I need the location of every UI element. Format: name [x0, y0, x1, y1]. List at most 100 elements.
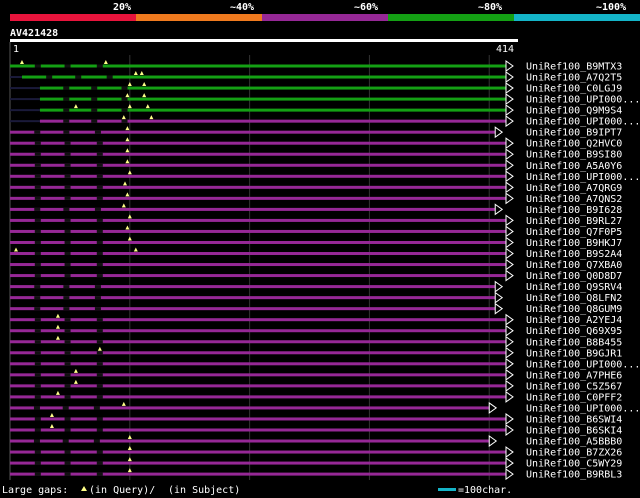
- hit-bar[interactable]: [10, 218, 506, 222]
- hit-row[interactable]: UniRef100_B7ZX26: [10, 446, 622, 459]
- hit-label[interactable]: UniRef100_B9I628: [526, 205, 622, 216]
- hit-label[interactable]: UniRef100_Q7XBA0: [526, 260, 622, 271]
- hit-label[interactable]: UniRef100_B9SI80: [526, 150, 622, 161]
- hit-label[interactable]: UniRef100_A5A0Y6: [526, 161, 622, 172]
- hit-row[interactable]: UniRef100_Q7F0P5: [10, 225, 622, 238]
- hit-bar[interactable]: [10, 296, 496, 300]
- hit-bar[interactable]: [10, 263, 506, 267]
- hit-label[interactable]: UniRef100_B6SKI4: [526, 425, 622, 436]
- hit-bar[interactable]: [10, 207, 496, 211]
- hit-bar[interactable]: [10, 417, 506, 421]
- hit-row[interactable]: UniRef100_A5BBB0: [10, 435, 622, 448]
- hit-label[interactable]: UniRef100_C0PFF2: [526, 392, 622, 403]
- hit-row[interactable]: UniRef100_Q8LFN2: [10, 291, 622, 305]
- hit-bar[interactable]: [10, 130, 496, 134]
- hit-row[interactable]: UniRef100_UPI000...: [10, 115, 640, 128]
- hit-row[interactable]: UniRef100_B9MTX3: [10, 60, 622, 73]
- hit-bar[interactable]: [10, 384, 506, 388]
- hit-row[interactable]: UniRef100_UPI000...: [10, 401, 640, 415]
- hit-row[interactable]: UniRef100_B6SKI4: [10, 423, 622, 437]
- hit-label[interactable]: UniRef100_A5BBB0: [526, 437, 622, 448]
- hit-row[interactable]: UniRef100_B9RL27: [10, 214, 622, 227]
- hit-row[interactable]: UniRef100_A7QRG9: [10, 181, 622, 194]
- hit-bar[interactable]: [10, 163, 506, 167]
- hit-row[interactable]: UniRef100_B9GJR1: [10, 346, 622, 360]
- hit-label[interactable]: UniRef100_B9GJR1: [526, 348, 622, 359]
- hit-bar[interactable]: [10, 141, 506, 145]
- hit-bar[interactable]: [10, 329, 506, 333]
- hit-row[interactable]: UniRef100_A7Q2T5: [10, 71, 622, 84]
- hit-row[interactable]: UniRef100_A7QNS2: [10, 192, 622, 205]
- hit-label[interactable]: UniRef100_A7QNS2: [526, 194, 622, 205]
- hit-row[interactable]: UniRef100_Q0D8D7: [10, 269, 622, 283]
- hit-row[interactable]: UniRef100_A5A0Y6: [10, 159, 622, 172]
- hit-label[interactable]: UniRef100_B9RL27: [526, 216, 622, 227]
- hit-bar[interactable]: [21, 75, 506, 79]
- hit-bar[interactable]: [10, 351, 506, 355]
- hit-label[interactable]: UniRef100_Q8GUM9: [526, 304, 622, 315]
- hit-row[interactable]: UniRef100_B9S2A4: [10, 247, 622, 261]
- hit-label[interactable]: UniRef100_UPI000...: [526, 359, 640, 370]
- hit-bar[interactable]: [10, 185, 506, 189]
- hit-label[interactable]: UniRef100_C0LGJ9: [526, 84, 622, 95]
- hit-label[interactable]: UniRef100_B9HKJ7: [526, 238, 622, 249]
- hit-row[interactable]: UniRef100_B9RBL3: [10, 468, 622, 481]
- hit-row[interactable]: UniRef100_A2YEJ4: [10, 313, 622, 327]
- hit-bar[interactable]: [10, 439, 490, 443]
- hit-bar[interactable]: [10, 472, 506, 476]
- hit-bar[interactable]: [10, 285, 496, 289]
- hit-bar[interactable]: [10, 450, 506, 454]
- hit-row[interactable]: UniRef100_Q2HVC0: [10, 137, 622, 150]
- hit-bar[interactable]: [39, 108, 506, 112]
- hit-label[interactable]: UniRef100_A7QRG9: [526, 183, 622, 194]
- hit-label[interactable]: UniRef100_Q69X95: [526, 326, 622, 337]
- hit-bar[interactable]: [39, 86, 506, 90]
- hit-bar[interactable]: [10, 152, 506, 156]
- hit-row[interactable]: UniRef100_B9HKJ7: [10, 236, 622, 249]
- hit-label[interactable]: UniRef100_Q9SRV4: [526, 282, 622, 293]
- hit-label[interactable]: UniRef100_A7Q2T5: [526, 73, 622, 84]
- hit-label[interactable]: UniRef100_B9S2A4: [526, 249, 622, 260]
- hit-label[interactable]: UniRef100_UPI000...: [526, 403, 640, 414]
- hit-label[interactable]: UniRef100_B9MTX3: [526, 62, 622, 73]
- hit-label[interactable]: UniRef100_C5WY29: [526, 459, 622, 470]
- hit-bar[interactable]: [10, 240, 506, 244]
- hit-row[interactable]: UniRef100_B8B455: [10, 335, 622, 349]
- hit-label[interactable]: UniRef100_Q0D8D7: [526, 271, 622, 282]
- hit-row[interactable]: UniRef100_UPI000...: [10, 170, 640, 183]
- hit-bar[interactable]: [10, 307, 496, 311]
- hit-label[interactable]: UniRef100_A7PHE6: [526, 370, 622, 381]
- hit-bar[interactable]: [10, 196, 506, 200]
- hit-row[interactable]: UniRef100_A7PHE6: [10, 368, 622, 382]
- hit-row[interactable]: UniRef100_Q9SRV4: [10, 280, 622, 294]
- hit-label[interactable]: UniRef100_B9IPT7: [526, 128, 622, 139]
- hit-row[interactable]: UniRef100_Q8GUM9: [10, 302, 622, 316]
- hit-label[interactable]: UniRef100_Q9M9S4: [526, 106, 622, 117]
- hit-bar[interactable]: [10, 406, 490, 410]
- hit-bar[interactable]: [10, 274, 506, 278]
- hit-label[interactable]: UniRef100_B8B455: [526, 337, 622, 348]
- hit-row[interactable]: UniRef100_Q69X95: [10, 324, 622, 338]
- hit-row[interactable]: UniRef100_B6SWI4: [10, 412, 622, 426]
- hit-bar[interactable]: [39, 97, 506, 101]
- hit-bar[interactable]: [39, 119, 506, 123]
- hit-bar[interactable]: [10, 64, 506, 68]
- hit-bar[interactable]: [10, 362, 506, 366]
- hit-bar[interactable]: [10, 461, 506, 465]
- hit-row[interactable]: UniRef100_UPI000...: [10, 357, 640, 371]
- hit-bar[interactable]: [10, 318, 506, 322]
- hit-bar[interactable]: [10, 340, 506, 344]
- hit-label[interactable]: UniRef100_Q8LFN2: [526, 293, 622, 304]
- hit-label[interactable]: UniRef100_B6SWI4: [526, 414, 622, 425]
- hit-bar[interactable]: [10, 174, 506, 178]
- hit-label[interactable]: UniRef100_UPI000...: [526, 95, 640, 106]
- hit-row[interactable]: UniRef100_B9SI80: [10, 148, 622, 161]
- hit-label[interactable]: UniRef100_C5Z567: [526, 381, 622, 392]
- hit-label[interactable]: UniRef100_B7ZX26: [526, 448, 622, 459]
- hit-label[interactable]: UniRef100_UPI000...: [526, 172, 640, 183]
- hit-label[interactable]: UniRef100_UPI000...: [526, 117, 640, 128]
- hit-row[interactable]: UniRef100_Q7XBA0: [10, 258, 622, 272]
- hit-bar[interactable]: [10, 373, 506, 377]
- hit-row[interactable]: UniRef100_B9I628: [10, 203, 622, 216]
- hit-bar[interactable]: [10, 395, 506, 399]
